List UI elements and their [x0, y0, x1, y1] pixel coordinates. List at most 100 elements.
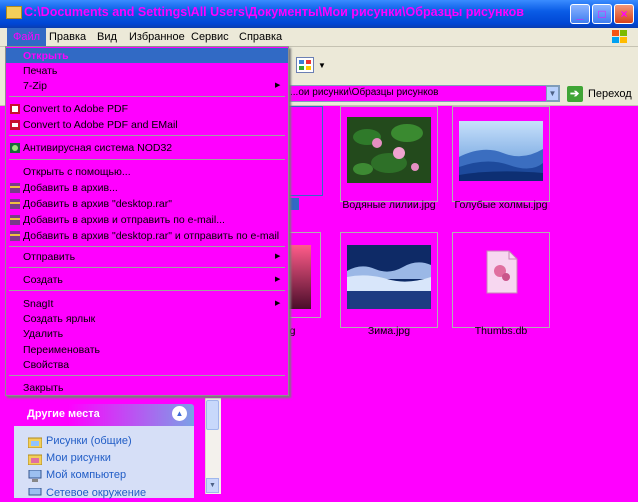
submenu-arrow-icon: ▶ [275, 276, 281, 283]
menu-item-label: 7-Zip [23, 80, 47, 92]
menu-item-label: Закрыть [23, 382, 64, 394]
menu-separator [9, 135, 285, 136]
thumbnail-thumbs-db[interactable] [452, 232, 550, 328]
scroll-down-button[interactable]: ▼ [206, 478, 219, 493]
menu-item-7zip[interactable]: 7-Zip ▶ [6, 78, 288, 94]
other-places-title: Другие места [27, 408, 100, 420]
menu-help[interactable]: Справка [233, 28, 288, 46]
menu-item-rename[interactable]: Переименовать [6, 342, 288, 358]
winter-image [347, 245, 431, 309]
chevron-down-icon[interactable]: ▼ [318, 61, 326, 70]
file-document-icon [486, 250, 518, 294]
shared-folder-icon [28, 437, 42, 448]
menu-item-label: Добавить в архив и отправить по e-mail..… [23, 214, 225, 226]
file-name[interactable]: Зима.jpg [324, 325, 454, 337]
menu-item-print[interactable]: Печать [6, 63, 288, 79]
antivirus-icon [10, 143, 20, 153]
menu-item-new[interactable]: Создать ▶ [6, 272, 288, 288]
menu-file[interactable]: Файл [7, 28, 47, 46]
water-lilies-image [347, 117, 431, 183]
file-name[interactable]: Голубые холмы.jpg [436, 199, 566, 211]
pdf-icon [10, 104, 20, 114]
submenu-arrow-icon: ▶ [275, 300, 281, 307]
menu-item-label: Добавить в архив "desktop.rar" [23, 198, 172, 210]
winrar-icon [10, 215, 20, 225]
window-title: C:\Documents and Settings\All Users\Доку… [24, 5, 524, 19]
menu-item-label: Добавить в архив "desktop.rar" и отправи… [23, 230, 280, 242]
menu-item-add-desktop-rar-email[interactable]: Добавить в архив "desktop.rar" и отправи… [6, 228, 288, 244]
menu-item-label: Печать [23, 65, 58, 77]
folder-icon [6, 6, 22, 19]
place-label: Мои рисунки [46, 452, 111, 464]
folder-icon [28, 454, 42, 465]
submenu-arrow-icon: ▶ [275, 253, 281, 260]
views-icon[interactable] [296, 57, 314, 73]
menu-item-add-desktop-rar[interactable]: Добавить в архив "desktop.rar" [6, 196, 288, 212]
place-label: Рисунки (общие) [46, 435, 132, 447]
selected-caption [289, 198, 299, 210]
arrow-right-icon: ➔ [570, 88, 580, 100]
file-name[interactable]: Thumbs.db [436, 325, 566, 337]
address-path: ...ои рисунки\Образцы рисунков [290, 87, 439, 98]
menu-item-label: Создать [23, 274, 63, 286]
winrar-icon [10, 183, 20, 193]
selected-thumbnail-frame[interactable] [289, 106, 323, 196]
menu-item-label: Удалить [23, 328, 64, 340]
thumbnail-sunset-frame[interactable] [289, 232, 321, 318]
menu-item-send-to[interactable]: Отправить ▶ [6, 249, 288, 265]
winrar-icon [10, 231, 20, 241]
menu-edit[interactable]: Правка [43, 28, 92, 46]
scrollbar-thumb[interactable] [206, 400, 219, 430]
minimize-button[interactable]: _ [570, 4, 590, 24]
sunset-image [289, 245, 311, 309]
menu-view[interactable]: Вид [91, 28, 123, 46]
go-button[interactable]: Переход [588, 88, 632, 100]
menu-separator [9, 96, 285, 97]
thumbnail-blue-hills[interactable] [452, 106, 550, 202]
menu-item-label: Переименовать [23, 344, 100, 356]
file-name[interactable]: Водяные лилии.jpg [324, 199, 454, 211]
submenu-arrow-icon: ▶ [275, 82, 281, 89]
menu-item-close[interactable]: Закрыть [6, 380, 288, 396]
menu-item-label: Создать ярлык [23, 313, 96, 325]
menu-item-nod32[interactable]: Антивирусная система NOD32 [6, 140, 288, 156]
maximize-button[interactable]: □ [592, 4, 612, 24]
menu-item-convert-pdf-email[interactable]: Convert to Adobe PDF and EMail [6, 117, 288, 133]
thumbnail-winter[interactable] [340, 232, 438, 328]
menu-item-label: Convert to Adobe PDF [23, 103, 129, 115]
address-dropdown-button[interactable]: ▼ [546, 86, 559, 101]
collapse-chevron-icon[interactable]: ▲ [172, 406, 187, 421]
place-label: Сетевое окружение [46, 487, 147, 499]
menu-item-snagit[interactable]: SnagIt ▶ [6, 296, 288, 312]
menu-separator [9, 267, 285, 268]
menu-item-label: Открыть [23, 50, 69, 62]
menu-separator [9, 290, 285, 291]
menu-item-label: Отправить [23, 251, 76, 263]
windows-logo-icon [612, 30, 627, 43]
menu-item-add-archive-email[interactable]: Добавить в архив и отправить по e-mail..… [6, 212, 288, 228]
place-label: Мой компьютер [46, 469, 127, 481]
computer-icon [28, 470, 42, 482]
menu-favorites[interactable]: Избранное [123, 28, 191, 46]
menu-item-label: Добавить в архив... [23, 182, 118, 194]
winrar-icon [10, 199, 20, 209]
menu-item-label: Открыть с помощью... [23, 166, 131, 178]
menu-separator [9, 375, 285, 376]
menu-item-delete[interactable]: Удалить [6, 326, 288, 342]
network-icon [28, 488, 42, 496]
menu-item-open[interactable]: Открыть [6, 48, 288, 64]
menu-item-convert-pdf[interactable]: Convert to Adobe PDF [6, 101, 288, 117]
menu-separator [9, 246, 285, 247]
close-button[interactable]: × [614, 4, 634, 24]
blue-hills-image [459, 121, 543, 181]
menu-tools[interactable]: Сервис [185, 28, 235, 46]
menu-item-add-archive[interactable]: Добавить в архив... [6, 180, 288, 196]
menu-item-create-shortcut[interactable]: Создать ярлык [6, 311, 288, 327]
menu-item-open-with[interactable]: Открыть с помощью... [6, 164, 288, 180]
menu-item-properties[interactable]: Свойства [6, 357, 288, 373]
menu-item-label: SnagIt [23, 298, 54, 310]
menu-item-label: Свойства [23, 359, 70, 371]
thumbnail-water-lilies[interactable] [340, 106, 438, 202]
pdf-email-icon [10, 120, 20, 130]
menu-item-label: Convert to Adobe PDF and EMail [23, 119, 178, 131]
